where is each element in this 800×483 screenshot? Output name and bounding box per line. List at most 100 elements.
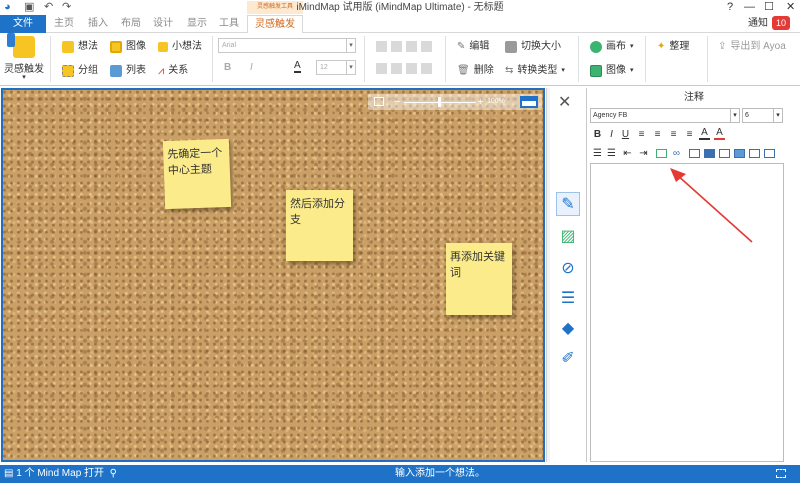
table-merge-icon[interactable] [749,149,760,158]
list-icon [110,65,122,77]
style-brush-icon[interactable]: ✐ [556,346,580,370]
align-button[interactable] [376,41,387,52]
brainstorm-canvas[interactable]: − + 100% 先确定一个中心主题 然后添加分支 再添加关键词 [1,88,545,462]
justify-icon[interactable]: ≡ [684,128,695,141]
toggle-size-button[interactable]: 切换大小 [505,39,561,55]
tab-tools[interactable]: 工具 [219,15,239,33]
distribute-button[interactable] [376,63,387,74]
insert-image-icon[interactable] [656,149,667,158]
panel-divider [586,88,587,462]
tag-icon[interactable]: ◆ [556,316,580,340]
help-button[interactable]: ? [727,1,733,14]
image-panel-icon[interactable]: ▨ [556,224,580,248]
image-menu-button[interactable]: 图像 ▾ [590,63,634,79]
chevron-down-icon: ▾ [630,43,634,50]
tab-file[interactable]: 文件 [0,15,46,33]
font-name-combo[interactable]: Arial ▾ [218,38,356,53]
pencil-icon: ✎ [457,41,466,52]
export-icon: ⇪ [718,41,727,52]
small-idea-button[interactable]: 小想法 [158,39,202,55]
minimize-button[interactable]: — [744,1,755,14]
text-color-icon[interactable]: A [714,127,725,140]
organize-button[interactable]: ✦ 整理 [657,39,689,55]
zoom-bar: − + 100% [368,94,542,110]
fit-screen-icon[interactable] [374,97,384,106]
notification-count-badge: 10 [772,16,790,30]
view-toggle-icon[interactable] [520,96,538,108]
tab-layout[interactable]: 布局 [121,15,141,33]
insert-link-icon[interactable]: ∞ [671,147,682,160]
notes-underline-button[interactable]: U [620,128,631,141]
close-button[interactable]: ✕ [786,1,795,14]
sticky-note[interactable]: 再添加关键词 [446,243,512,315]
table-row-above-icon[interactable] [704,149,715,158]
panel-splitter[interactable] [546,88,550,462]
ribbon-separator [645,36,646,82]
chevron-down-icon: ▾ [346,61,355,74]
align-button[interactable] [406,41,417,52]
notes-panel-title: 注释 [684,92,704,103]
close-panel-icon[interactable]: ✕ [558,93,571,113]
brainstorm-button[interactable]: 灵感触发 ▾ [4,33,44,84]
numbered-list-icon[interactable]: ☰ [606,147,617,160]
align-button[interactable] [391,41,402,52]
tab-design[interactable]: 设计 [153,15,173,33]
align-left-icon[interactable]: ≡ [636,128,647,141]
distribute-button[interactable] [406,63,417,74]
notes-font-combo[interactable]: Agency FB ▾ [590,108,740,123]
maximize-button[interactable]: ☐ [764,1,774,14]
picture-icon [590,65,602,77]
distribute-button[interactable] [421,63,432,74]
image-button[interactable]: 图像 [110,39,146,55]
delete-button[interactable]: 🗑 删除 [457,63,494,79]
list-button[interactable]: 列表 [110,63,146,79]
tab-home[interactable]: 主页 [54,15,74,33]
zoom-slider-thumb[interactable] [438,97,441,107]
resize-icon [505,41,517,53]
zoom-in-button[interactable]: + [477,94,483,110]
align-center-icon[interactable]: ≡ [652,128,663,141]
sticky-note[interactable]: 先确定一个中心主题 [162,138,232,210]
table-delete-icon[interactable] [734,149,745,158]
indent-icon[interactable]: ⇥ [638,147,649,160]
convert-icon: ⇆ [505,65,514,76]
export-ayoa-button[interactable]: ⇪ 导出到 Ayoa [718,39,786,55]
relationship-button[interactable]: ⩘ 关系 [158,63,188,79]
notes-italic-button[interactable]: I [606,128,617,141]
outline-icon[interactable]: ☰ [556,286,580,310]
font-size-combo[interactable]: 12 ▾ [316,60,356,75]
idea-button[interactable]: 想法 [62,39,98,55]
table-column-icon[interactable] [719,149,730,158]
outdent-icon[interactable]: ⇤ [622,147,633,160]
image-icon [110,41,122,53]
bullet-list-icon[interactable]: ☰ [592,147,603,160]
canvas-menu-button[interactable]: 画布 ▾ [590,39,634,55]
tab-brainstorm[interactable]: 灵感触发 [247,15,303,34]
bold-button[interactable]: B [224,62,231,73]
idea-icon [62,41,74,53]
highlight-icon[interactable]: A [699,127,710,140]
zoom-out-button[interactable]: − [394,94,400,110]
italic-button[interactable]: I [250,62,253,73]
chevron-down-icon: ▾ [730,109,739,122]
notes-panel-icon[interactable]: ✎ [556,192,580,216]
attachment-icon[interactable]: ⊘ [556,256,580,280]
chevron-down-icon: ▾ [346,39,355,52]
tab-view[interactable]: 显示 [187,15,207,33]
group-button[interactable]: 分组 [62,63,98,79]
align-button[interactable] [421,41,432,52]
font-color-icon[interactable]: A [294,60,301,73]
fullscreen-icon[interactable] [776,469,786,478]
convert-type-button[interactable]: ⇆ 转换类型 ▾ [505,63,565,79]
distribute-button[interactable] [391,63,402,74]
edit-button[interactable]: ✎ 编辑 [457,39,489,55]
insert-table-icon[interactable] [689,149,700,158]
notifications-link[interactable]: 通知 [748,17,768,31]
tab-insert[interactable]: 插入 [88,15,108,33]
notes-bold-button[interactable]: B [592,128,603,141]
align-right-icon[interactable]: ≡ [668,128,679,141]
ribbon-separator [212,36,213,82]
notes-size-combo[interactable]: 6 ▾ [742,108,783,123]
table-split-icon[interactable] [764,149,775,158]
sticky-note[interactable]: 然后添加分支 [286,190,353,261]
